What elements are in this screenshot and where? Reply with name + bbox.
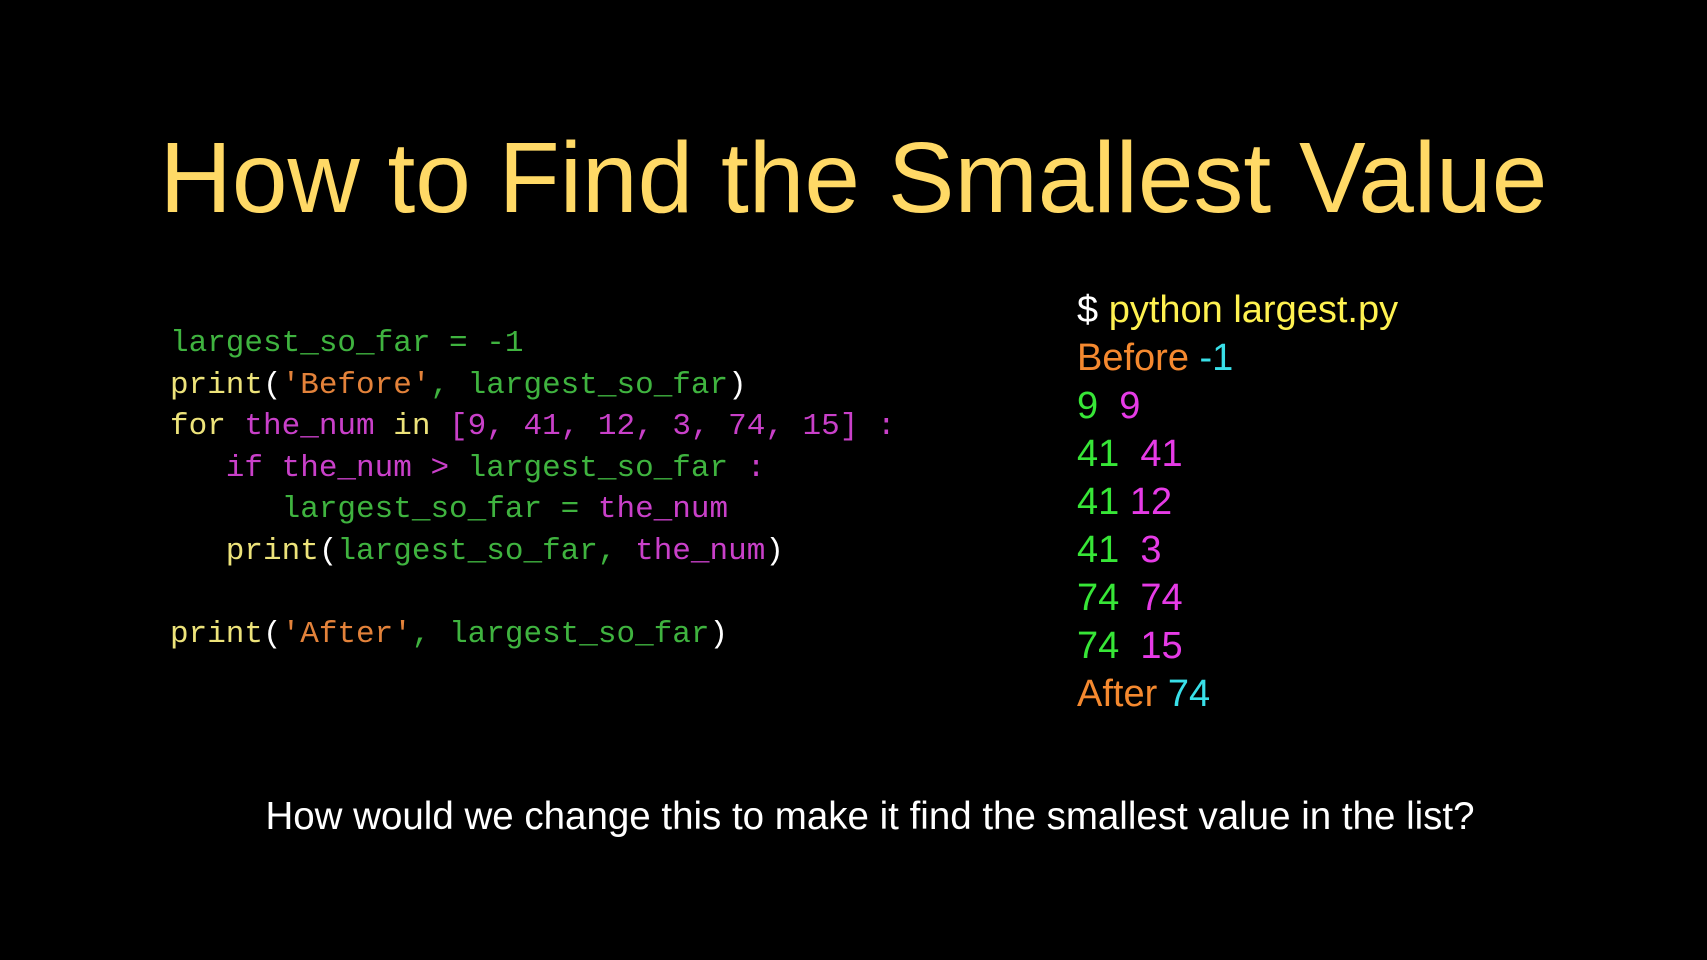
output-line: After 74 [1077, 670, 1398, 718]
code-line-token: 'Before' [281, 367, 431, 403]
code-line: print(largest_so_far, the_num) [170, 531, 896, 573]
output-line-token: Before [1077, 337, 1200, 379]
code-line-token: ) [728, 367, 747, 403]
code-line-token: print [170, 367, 264, 403]
output-line-token: 9 [1119, 385, 1141, 427]
code-line-token: ) [765, 533, 784, 569]
output-line: 74 74 [1077, 574, 1398, 622]
output-line-token: 74 [1077, 577, 1141, 619]
code-line-token: print [170, 617, 264, 653]
question-text: How would we change this to make it find… [265, 795, 1475, 838]
code-line-token: [9, 41, 12, 3, 74, 15] : [449, 409, 896, 445]
code-line-token: in [374, 409, 450, 445]
code-line-token: largest_so_far, [337, 533, 636, 569]
code-line-token: largest_so_far = [170, 492, 598, 528]
code-line-token: the_num [244, 409, 375, 445]
code-line-token: ( [318, 533, 338, 569]
code-line-token: the_num [597, 492, 729, 528]
code-line-token: largest_so_far = -1 [170, 326, 524, 361]
output-line-token: 9 [1077, 385, 1120, 427]
code-line: print('Before', largest_so_far) [170, 365, 896, 407]
output-line: 9 9 [1077, 382, 1398, 430]
code-line-token: print [170, 533, 319, 569]
output-line-token: 74 [1077, 625, 1141, 667]
code-line-token: ) [709, 617, 729, 653]
output-line-token: 41 [1077, 433, 1141, 475]
code-line-token: the_num [635, 533, 766, 569]
output-line: 41 41 [1077, 430, 1398, 478]
code-line-token: : [728, 450, 766, 486]
output-line-token: 41 [1077, 481, 1130, 523]
output-line: $ python largest.py [1077, 286, 1398, 334]
code-line-token: largest_so_far [467, 450, 729, 486]
code-line: largest_so_far = -1 [170, 323, 896, 365]
output-line: 41 3 [1077, 526, 1398, 574]
code-line-token: ( [263, 617, 282, 653]
code-line-token: ( [263, 367, 282, 403]
output-line-token: python largest.py [1108, 289, 1399, 331]
output-line: 74 15 [1077, 622, 1398, 670]
output-line-token: 3 [1140, 529, 1162, 571]
code-line: print('After', largest_so_far) [170, 614, 896, 656]
output-line-token: 41 [1077, 529, 1141, 571]
code-line-token: , largest_so_far [411, 617, 710, 653]
output-line: Before -1 [1077, 334, 1398, 382]
output-line-token: 74 [1167, 673, 1211, 715]
code-line: if the_num > largest_so_far : [170, 448, 896, 490]
output-line-token: $ [1077, 289, 1109, 331]
output-line-token: 15 [1140, 625, 1183, 667]
code-line: largest_so_far = the_num [170, 489, 896, 531]
terminal-output: $ python largest.py Before -1 9 9 41 41 41 1… [1077, 286, 1398, 718]
code-line-token: if the_num > [170, 450, 468, 486]
output-line-token: 12 [1129, 481, 1173, 523]
code-line-token: , largest_so_far [430, 367, 729, 403]
output-line-token: 74 [1140, 577, 1183, 619]
output-line-token: -1 [1199, 337, 1234, 379]
code-line: for the_num in [9, 41, 12, 3, 74, 15] : [170, 406, 896, 448]
output-line-token: 41 [1140, 433, 1183, 475]
slide-title: How to Find the Smallest Value [159, 122, 1548, 234]
output-line-token: After [1077, 673, 1168, 715]
code-line-token: for [170, 409, 245, 445]
code-line-token: 'After' [281, 617, 412, 653]
output-line: 41 12 [1077, 478, 1398, 526]
code-block: largest_so_far = -1 print('Before', large… [170, 323, 896, 656]
